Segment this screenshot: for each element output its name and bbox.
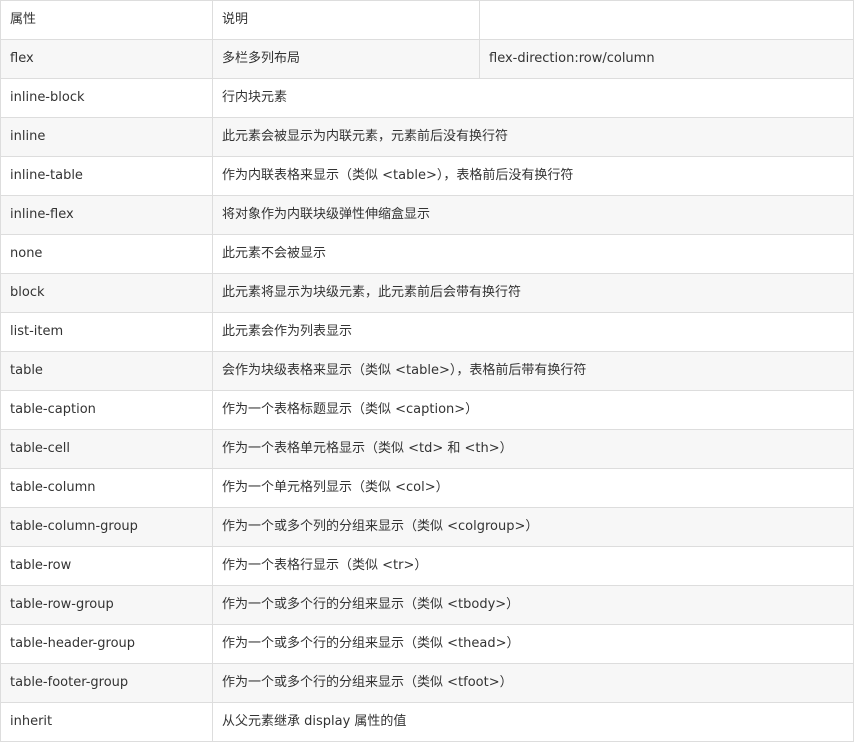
desc-cell: 作为一个或多个列的分组来显示（类似 <colgroup>） (212, 507, 854, 547)
table-row: none 此元素不会被显示 (0, 234, 854, 274)
table-row: inline-table 作为内联表格来显示（类似 <table>），表格前后没有… (0, 156, 854, 196)
desc-cell: 作为一个或多个行的分组来显示（类似 <tbody>） (212, 585, 854, 625)
table-row: table 会作为块级表格来显示（类似 <table>），表格前后带有换行符 (0, 351, 854, 391)
desc-cell: 作为一个表格行显示（类似 <tr>） (212, 546, 854, 586)
attr-cell: table (0, 351, 213, 391)
attr-cell: table-row (0, 546, 213, 586)
desc-cell: 从父元素继承 display 属性的值 (212, 702, 854, 742)
attr-cell: table-column (0, 468, 213, 508)
attr-cell: inline-table (0, 156, 213, 196)
attr-cell: table-caption (0, 390, 213, 430)
desc-cell: 此元素会被显示为内联元素，元素前后没有换行符 (212, 117, 854, 157)
attr-cell: table-header-group (0, 624, 213, 664)
desc-cell: 作为一个或多个行的分组来显示（类似 <thead>） (212, 624, 854, 664)
table-row: table-row-group 作为一个或多个行的分组来显示（类似 <tbody>… (0, 585, 854, 625)
desc-cell: 作为一个单元格列显示（类似 <col>） (212, 468, 854, 508)
desc-cell: 将对象作为内联块级弹性伸缩盒显示 (212, 195, 854, 235)
table-row: list-item 此元素会作为列表显示 (0, 312, 854, 352)
attr-cell: inline (0, 117, 213, 157)
table-row: table-header-group 作为一个或多个行的分组来显示（类似 <the… (0, 624, 854, 664)
table-row: inline-block 行内块元素 (0, 78, 854, 118)
desc-cell: 多栏多列布局 (212, 39, 480, 79)
desc-cell: 此元素将显示为块级元素，此元素前后会带有换行符 (212, 273, 854, 313)
attr-cell: table-row-group (0, 585, 213, 625)
table-header-row: 属性 说明 (0, 0, 854, 40)
extra-cell: flex-direction:row/column (479, 39, 854, 79)
attr-cell: list-item (0, 312, 213, 352)
table-row: inline 此元素会被显示为内联元素，元素前后没有换行符 (0, 117, 854, 157)
desc-cell: 作为一个表格标题显示（类似 <caption>） (212, 390, 854, 430)
header-attr-cell: 属性 (0, 0, 213, 40)
attr-cell: table-footer-group (0, 663, 213, 703)
table-row: table-row 作为一个表格行显示（类似 <tr>） (0, 546, 854, 586)
attr-cell: flex (0, 39, 213, 79)
table-row: inherit 从父元素继承 display 属性的值 (0, 702, 854, 742)
desc-cell: 会作为块级表格来显示（类似 <table>），表格前后带有换行符 (212, 351, 854, 391)
desc-cell: 此元素会作为列表显示 (212, 312, 854, 352)
desc-cell: 此元素不会被显示 (212, 234, 854, 274)
attr-cell: table-column-group (0, 507, 213, 547)
desc-cell: 行内块元素 (212, 78, 854, 118)
table-row: table-column 作为一个单元格列显示（类似 <col>） (0, 468, 854, 508)
table-row: table-footer-group 作为一个或多个行的分组来显示（类似 <tfo… (0, 663, 854, 703)
header-extra-cell (479, 0, 854, 40)
attr-cell: block (0, 273, 213, 313)
attr-cell: inline-flex (0, 195, 213, 235)
desc-cell: 作为一个或多个行的分组来显示（类似 <tfoot>） (212, 663, 854, 703)
attr-cell: none (0, 234, 213, 274)
desc-cell: 作为一个表格单元格显示（类似 <td> 和 <th>） (212, 429, 854, 469)
desc-cell: 作为内联表格来显示（类似 <table>），表格前后没有换行符 (212, 156, 854, 196)
table-row: flex 多栏多列布局 flex-direction:row/column (0, 39, 854, 79)
attr-cell: inline-block (0, 78, 213, 118)
attr-cell: inherit (0, 702, 213, 742)
header-desc-cell: 说明 (212, 0, 480, 40)
attr-cell: table-cell (0, 429, 213, 469)
table-row: table-cell 作为一个表格单元格显示（类似 <td> 和 <th>） (0, 429, 854, 469)
table-row: inline-flex 将对象作为内联块级弹性伸缩盒显示 (0, 195, 854, 235)
table-row: block 此元素将显示为块级元素，此元素前后会带有换行符 (0, 273, 854, 313)
table-row: table-column-group 作为一个或多个列的分组来显示（类似 <col… (0, 507, 854, 547)
table-body: 属性 说明 flex 多栏多列布局 flex-direction:row/col… (0, 0, 854, 742)
display-properties-table: 属性 说明 flex 多栏多列布局 flex-direction:row/col… (0, 0, 854, 742)
table-row: table-caption 作为一个表格标题显示（类似 <caption>） (0, 390, 854, 430)
